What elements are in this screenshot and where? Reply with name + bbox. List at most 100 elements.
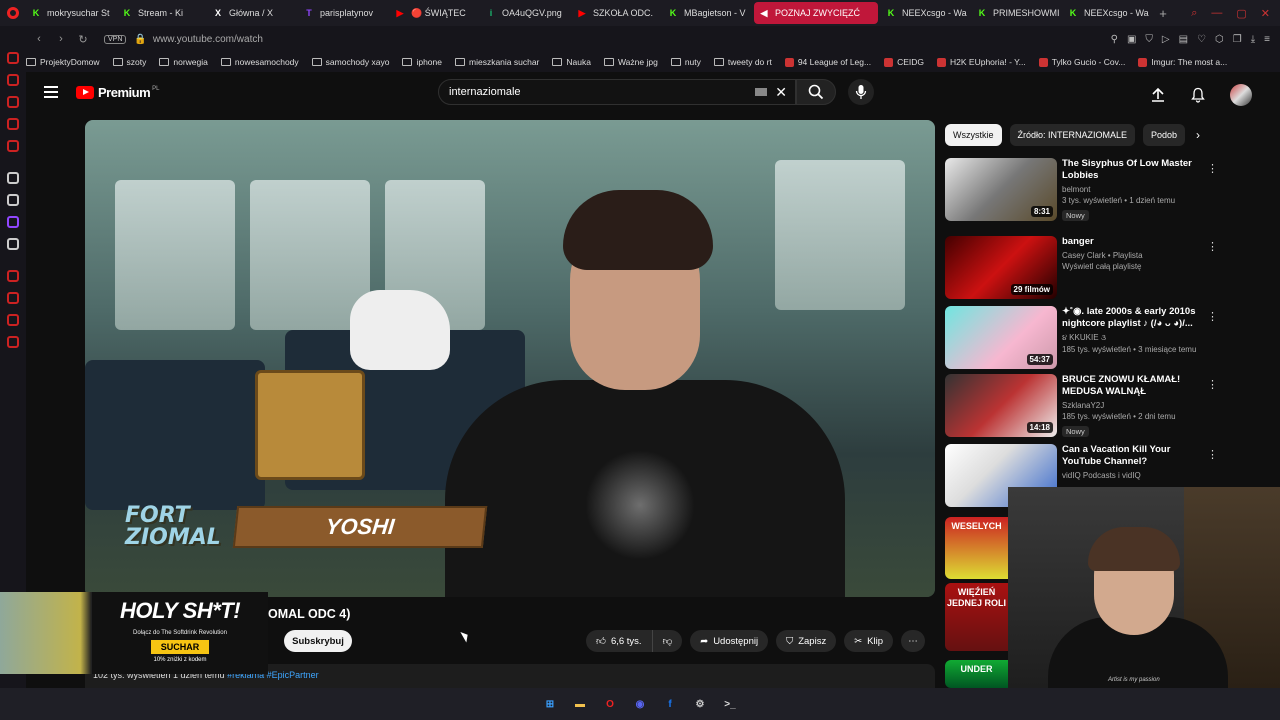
new-tab-button[interactable]: + <box>1154 6 1172 21</box>
chevron-right-icon[interactable]: › <box>1188 124 1208 146</box>
video-thumbnail[interactable]: 8:31 <box>945 158 1057 221</box>
heart-icon[interactable]: ♡ <box>1197 34 1206 45</box>
sidebar-ai-icon[interactable] <box>7 172 19 184</box>
recommendation-title[interactable]: The Sisyphus Of Low Master Lobbies <box>1062 158 1202 182</box>
file-explorer-icon[interactable]: ▬ <box>570 694 590 714</box>
discord-icon[interactable]: ◉ <box>630 694 650 714</box>
sidebar-wallet-icon[interactable] <box>7 96 19 108</box>
bookmark-item[interactable]: Tylko Gucio - Cov... <box>1038 57 1125 67</box>
upload-icon[interactable] <box>1150 87 1166 103</box>
subscribe-button[interactable]: Subskrybuj <box>284 630 352 652</box>
recommendation-item[interactable]: 8:31 The Sisyphus Of Low Master Lobbies be… <box>945 158 1218 236</box>
terminal-icon[interactable]: >_ <box>720 694 740 714</box>
channel-name[interactable]: belmont <box>1062 185 1202 194</box>
youtube-premium-logo[interactable]: Premium PL <box>76 85 159 100</box>
browser-tab[interactable]: X Główna / X <box>208 2 296 24</box>
dislike-button[interactable]: 👎︎ <box>652 630 683 652</box>
more-options-icon[interactable]: ⋮ <box>1207 162 1218 175</box>
facebook-icon[interactable]: f <box>660 694 680 714</box>
clip-button[interactable]: ✂ Klip <box>844 630 894 652</box>
search-input[interactable]: internaziomale ✕ <box>438 79 796 105</box>
recommendation-title[interactable]: BRUCE ZNOWU KŁAMAŁ! MEDUSA WALNĄŁ PAJALO… <box>1062 374 1202 398</box>
close-window-button[interactable]: ✕ <box>1261 7 1270 20</box>
browser-tab[interactable]: ▶ 🔴 ŚWIĄTEC <box>390 2 478 24</box>
search-button[interactable] <box>796 79 836 105</box>
bookmark-item[interactable]: ProjektyDomow <box>26 57 100 67</box>
shield-icon[interactable]: ⛉ <box>1145 34 1153 45</box>
sidebar-messenger-icon[interactable] <box>7 52 19 64</box>
reload-button[interactable]: ↻ <box>74 33 92 46</box>
notifications-bell-icon[interactable] <box>1190 87 1206 103</box>
minimize-button[interactable]: — <box>1211 7 1222 20</box>
channel-name[interactable]: SzklanaY2J <box>1062 401 1202 410</box>
filter-chip[interactable]: Podob <box>1143 124 1186 146</box>
bookmark-item[interactable]: nowesamochody <box>220 57 299 67</box>
search-tabs-icon[interactable]: ⌕ <box>1191 7 1197 20</box>
browser-tab[interactable]: K PRIMESHOWMI <box>972 2 1060 24</box>
wallet-icon[interactable]: ▤ <box>1179 34 1188 45</box>
player-icon[interactable]: ▷ <box>1162 34 1170 45</box>
sidebar-twitch-icon[interactable] <box>7 216 19 228</box>
opera-taskbar-icon[interactable]: O <box>600 694 620 714</box>
avatar[interactable] <box>1230 84 1252 106</box>
browser-tab[interactable]: K NEEXcsgo - Wa <box>1063 2 1151 24</box>
download-icon[interactable]: ⤓ <box>1251 34 1255 45</box>
recommendation-item[interactable]: 54:37 ✦˚◉. late 2000s & early 2010s night… <box>945 306 1218 374</box>
browser-tab[interactable]: K NEEXcsgo - Wa <box>881 2 969 24</box>
pin-icon[interactable]: ⚲ <box>1111 34 1118 45</box>
sidebar-settings-icon[interactable] <box>7 336 19 348</box>
browser-tab[interactable]: ▶ SZKOŁA ODC. <box>572 2 660 24</box>
bookmark-item[interactable]: nuty <box>670 57 701 67</box>
bookmark-item[interactable]: szoty <box>112 57 146 67</box>
recommendation-title[interactable]: ✦˚◉. late 2000s & early 2010s nightcore … <box>1062 306 1202 330</box>
sidebar-flow-icon[interactable] <box>7 118 19 130</box>
bookmark-item[interactable]: iphone <box>402 57 442 67</box>
like-button[interactable]: 👍︎ 6,6 tys. <box>586 630 653 652</box>
video-thumbnail[interactable]: 54:37 <box>945 306 1057 369</box>
back-button[interactable]: ‹ <box>30 33 48 45</box>
share-button[interactable]: ➦ Udostępnij <box>690 630 769 652</box>
more-actions-button[interactable]: ⋯ <box>901 630 926 652</box>
clear-search-icon[interactable]: ✕ <box>775 84 787 101</box>
filter-chip[interactable]: Źródło: INTERNAZIOMALE <box>1009 124 1136 146</box>
bookmark-item[interactable]: CEIDG <box>884 57 924 67</box>
sidebar-clock-icon[interactable] <box>7 292 19 304</box>
partial-thumbnail[interactable]: WIĘŹIEŃ JEDNEJ ROLI <box>945 583 1008 651</box>
sidebar-history-icon[interactable] <box>7 74 19 86</box>
recommendation-title[interactable]: Can a Vacation Kill Your YouTube Channel… <box>1062 444 1202 468</box>
bookmark-item[interactable]: Ważne jpg <box>603 57 658 67</box>
video-thumbnail[interactable]: 29 filmów <box>945 236 1057 299</box>
video-player[interactable]: FORT ZIOMAL YOSHI <box>85 120 935 597</box>
filter-chip[interactable]: Wszystkie <box>945 124 1002 146</box>
recommendation-item[interactable]: 29 filmów banger Casey Clark • Playlista Wy… <box>945 236 1218 306</box>
windows-start-icon[interactable]: ⊞ <box>540 694 560 714</box>
more-options-icon[interactable]: ⋮ <box>1207 240 1218 253</box>
bookmark-item[interactable]: samochody xayo <box>311 57 389 67</box>
copy-icon[interactable]: ❐ <box>1233 34 1242 45</box>
browser-tab[interactable]: ◀ POZNAJ ZWYCIĘZĆ <box>754 2 878 24</box>
opera-logo-icon[interactable] <box>0 0 26 26</box>
browser-tab[interactable]: K MBagietson - V <box>663 2 751 24</box>
partial-thumbnail[interactable]: WESELYCH <box>945 517 1008 579</box>
url-field[interactable]: www.youtube.com/watch <box>153 34 263 45</box>
browser-tab[interactable]: K Stream - Ki <box>117 2 205 24</box>
steam-icon[interactable]: ⚙ <box>690 694 710 714</box>
browser-tab[interactable]: i OA4uQGV.png <box>481 2 569 24</box>
bookmark-item[interactable]: tweety do rt <box>713 57 772 67</box>
recommendation-title[interactable]: banger <box>1062 236 1202 248</box>
keyboard-icon[interactable] <box>755 88 768 96</box>
bookmark-item[interactable]: Imgur: The most a... <box>1138 57 1227 67</box>
sidebar-chat-icon[interactable] <box>7 194 19 206</box>
snapshot-icon[interactable]: ▣ <box>1127 34 1136 45</box>
save-button[interactable]: ⛉ Zapisz <box>776 630 837 652</box>
sidebar-mail-icon[interactable] <box>7 140 19 152</box>
video-thumbnail[interactable]: 14:18 <box>945 374 1057 437</box>
maximize-button[interactable]: ▢ <box>1236 7 1246 20</box>
bookmark-item[interactable]: H2K EUphoria! - Y... <box>937 57 1026 67</box>
browser-tab[interactable]: Kmokrysuchar St <box>26 2 114 24</box>
more-options-icon[interactable]: ⋮ <box>1207 378 1218 391</box>
browser-tab[interactable]: Tparisplatynov <box>299 2 387 24</box>
channel-name[interactable]: ૪ KKUKIE ૩ <box>1062 333 1202 343</box>
bookmark-item[interactable]: Nauka <box>552 57 591 67</box>
forward-button[interactable]: › <box>52 33 70 45</box>
